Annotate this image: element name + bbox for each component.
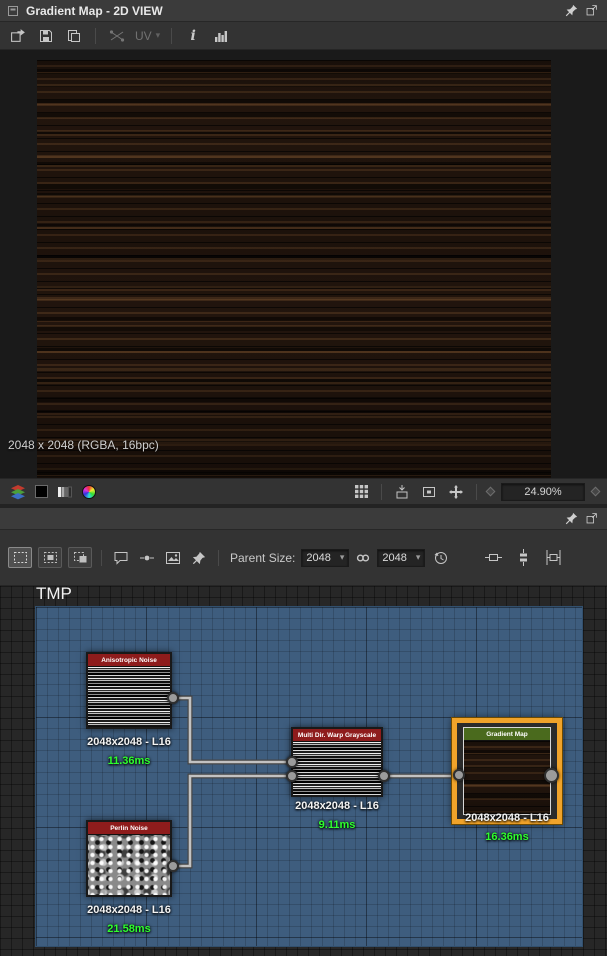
select-intersect-tool-button[interactable] bbox=[68, 547, 92, 568]
float-panel-icon[interactable] bbox=[581, 510, 601, 528]
substance-designer-window: Gradient Map - 2D VIEW UV ▾ i 2048 x 204… bbox=[0, 0, 607, 956]
chevron-down-icon: ▾ bbox=[415, 552, 421, 562]
node-title-bar: Gradient Map bbox=[464, 728, 550, 741]
parent-size-label: Parent Size: bbox=[230, 550, 296, 565]
node-caption: 2048x2048 - L16 16.36ms bbox=[465, 812, 549, 843]
connection-display-icon[interactable] bbox=[483, 548, 503, 568]
channels-icon[interactable] bbox=[8, 482, 28, 502]
color-picker-icon[interactable] bbox=[82, 484, 96, 499]
pin-panel-icon[interactable] bbox=[561, 2, 581, 20]
view2d-panel: Gradient Map - 2D VIEW UV ▾ i 2048 x 204… bbox=[0, 0, 607, 504]
view2d-toolbar: UV ▾ i bbox=[0, 22, 607, 50]
node-anisotropic-noise[interactable]: Anisotropic Noise bbox=[86, 652, 172, 729]
pan-view-icon[interactable] bbox=[446, 482, 466, 502]
parent-width-dropdown[interactable]: 2048 ▾ bbox=[301, 548, 350, 567]
dot-node-icon[interactable] bbox=[137, 548, 157, 568]
node-caption: 2048x2048 - L16 9.11ms bbox=[295, 800, 379, 831]
link-views-icon[interactable] bbox=[107, 26, 127, 46]
texture-resolution-status: 2048 x 2048 (RGBA, 16bpc) bbox=[8, 438, 159, 452]
grayscale-ramp-icon[interactable] bbox=[55, 482, 75, 502]
texture-preview[interactable] bbox=[37, 60, 551, 478]
output-port-gradient-map[interactable] bbox=[544, 768, 559, 783]
actual-size-icon[interactable] bbox=[419, 482, 439, 502]
panel-menu-icon[interactable] bbox=[6, 4, 20, 18]
background-color-swatch[interactable] bbox=[35, 485, 48, 498]
fit-view-icon[interactable] bbox=[392, 482, 412, 502]
reset-size-icon[interactable] bbox=[431, 548, 451, 568]
node-caption: 2048x2048 - L16 11.36ms bbox=[87, 736, 171, 767]
node-thumbnail bbox=[293, 742, 381, 795]
chevron-down-icon: ▾ bbox=[339, 552, 345, 562]
link-size-icon[interactable] bbox=[355, 548, 371, 568]
input-port-warp-2[interactable] bbox=[286, 770, 298, 782]
tiling-grid-icon[interactable] bbox=[351, 482, 371, 502]
info-icon[interactable]: i bbox=[183, 26, 203, 46]
pin-tool-icon[interactable] bbox=[189, 548, 209, 568]
graph-name-label: TMP bbox=[36, 586, 72, 603]
node-caption: 2048x2048 - L16 21.58ms bbox=[87, 904, 171, 935]
node-title-bar: Anisotropic Noise bbox=[88, 654, 170, 667]
view2d-header: Gradient Map - 2D VIEW bbox=[0, 0, 607, 22]
parent-height-dropdown[interactable]: 2048 ▾ bbox=[377, 548, 426, 567]
float-panel-icon[interactable] bbox=[581, 2, 601, 20]
output-port-anisotropic[interactable] bbox=[167, 692, 179, 704]
node-thumbnail bbox=[464, 741, 550, 814]
zoom-level-value: 24.90% bbox=[524, 485, 562, 498]
node-thumbnail bbox=[88, 835, 170, 895]
graph-panel: Parent Size: 2048 ▾ 2048 ▾ TMP Anisotrop… bbox=[0, 508, 607, 956]
comment-icon[interactable] bbox=[111, 548, 131, 568]
chevron-down-icon: ▾ bbox=[155, 30, 161, 40]
output-port-perlin[interactable] bbox=[167, 860, 179, 872]
select-tool-button[interactable] bbox=[8, 547, 32, 568]
node-multi-dir-warp[interactable]: Multi Dir. Warp Grayscale bbox=[291, 727, 383, 797]
snap-grid-icon[interactable] bbox=[543, 548, 563, 568]
select-contained-tool-button[interactable] bbox=[38, 547, 62, 568]
zoom-in-button[interactable] bbox=[590, 486, 601, 497]
view2d-bottombar: 24.90% bbox=[0, 478, 607, 504]
uv-mode-dropdown[interactable]: UV ▾ bbox=[135, 29, 160, 43]
save-icon[interactable] bbox=[36, 26, 56, 46]
graph-toolbar: Parent Size: 2048 ▾ 2048 ▾ bbox=[0, 530, 607, 586]
input-port-gradient-map[interactable] bbox=[453, 769, 465, 781]
pin-panel-icon[interactable] bbox=[561, 510, 581, 528]
histogram-icon[interactable] bbox=[211, 26, 231, 46]
output-port-warp[interactable] bbox=[378, 770, 390, 782]
node-thumbnail bbox=[88, 667, 170, 727]
view2d-canvas[interactable]: 2048 x 2048 (RGBA, 16bpc) bbox=[0, 50, 607, 478]
export-image-icon[interactable] bbox=[8, 26, 28, 46]
view2d-title: Gradient Map - 2D VIEW bbox=[26, 3, 163, 18]
frame-image-icon[interactable] bbox=[163, 548, 183, 568]
copy-icon[interactable] bbox=[64, 26, 84, 46]
node-title-bar: Multi Dir. Warp Grayscale bbox=[293, 729, 381, 742]
zoom-out-button[interactable] bbox=[485, 486, 496, 497]
graph-header bbox=[0, 508, 607, 530]
zoom-level-field[interactable]: 24.90% bbox=[501, 482, 585, 501]
node-perlin-noise[interactable]: Perlin Noise bbox=[86, 820, 172, 897]
input-port-warp-1[interactable] bbox=[286, 756, 298, 768]
node-spacing-icon[interactable] bbox=[513, 548, 533, 568]
graph-viewport[interactable]: TMP Anisotropic Noise 2048x2048 - L16 11… bbox=[0, 586, 607, 956]
node-title-bar: Perlin Noise bbox=[88, 822, 170, 835]
